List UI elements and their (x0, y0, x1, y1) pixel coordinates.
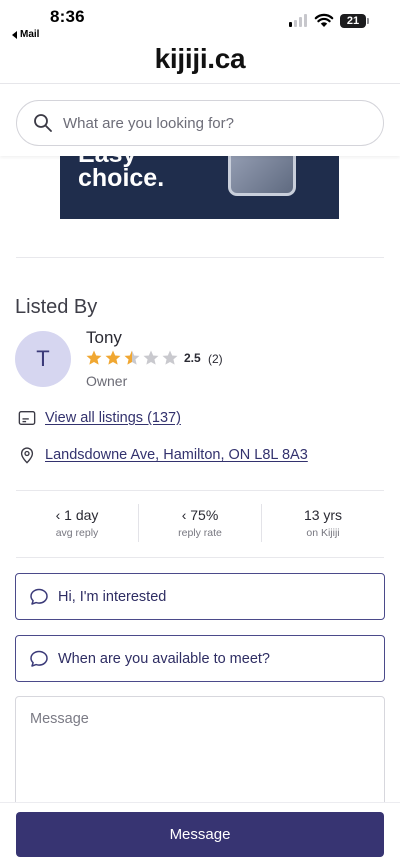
quick-reply-label: When are you available to meet? (58, 650, 270, 667)
section-divider (16, 490, 384, 491)
star-icon (124, 350, 140, 365)
search-placeholder: What are you looking for? (63, 114, 234, 132)
star-rating (85, 349, 179, 367)
avatar[interactable]: T (15, 331, 71, 387)
stat-value: ‹ 75% (181, 507, 219, 523)
stat-reply-rate: ‹ 75% reply rate (138, 504, 261, 542)
bottom-action-bar: Message (0, 802, 400, 865)
ad-text-line2: choice. (78, 164, 165, 192)
quick-reply-interested-button[interactable]: Hi, I'm interested (15, 573, 385, 620)
rating-count[interactable]: (2) (208, 352, 223, 366)
signal-icon (289, 13, 307, 27)
section-divider (16, 557, 384, 558)
back-arrow-icon (12, 30, 17, 39)
address-row[interactable]: Landsdowne Ave, Hamilton, ON L8L 8A3 (18, 446, 308, 464)
status-bar: 8:36 Mail 21 (0, 0, 400, 44)
listed-by-title: Listed By (15, 296, 98, 318)
stat-label: avg reply (55, 527, 99, 539)
back-app-label: Mail (20, 29, 40, 40)
stat-avg-reply: ‹ 1 day avg reply (16, 504, 138, 542)
view-all-listings-link[interactable]: View all listings (137) (45, 410, 181, 426)
rating-value: 2.5 (184, 351, 201, 365)
battery-tip (367, 18, 369, 24)
back-to-mail-link[interactable]: Mail (12, 29, 39, 40)
section-divider (16, 257, 384, 258)
seller-stats: ‹ 1 day avg reply ‹ 75% reply rate 13 yr… (16, 504, 384, 542)
stat-label: reply rate (178, 527, 222, 539)
quick-reply-label: Hi, I'm interested (58, 588, 167, 605)
chat-bubble-icon (30, 650, 48, 667)
status-time: 8:36 (50, 7, 85, 26)
listings-icon (18, 411, 36, 425)
seller-name[interactable]: Tony (86, 328, 122, 348)
seller-role: Owner (86, 373, 128, 389)
star-icon (105, 350, 121, 365)
stat-label: on Kijiji (306, 527, 340, 539)
star-icon (86, 350, 102, 365)
quick-reply-meet-button[interactable]: When are you available to meet? (15, 635, 385, 682)
message-placeholder: Message (30, 711, 89, 727)
kijiji-logo[interactable]: kijiji.ca (0, 43, 400, 75)
chat-bubble-icon (30, 588, 48, 605)
ad-phone-image (228, 150, 296, 196)
location-pin-icon (20, 447, 34, 464)
send-message-button[interactable]: Message (16, 812, 384, 857)
stat-value: ‹ 1 day (55, 507, 99, 523)
ad-banner[interactable]: Easy choice. (60, 150, 339, 219)
battery-icon: 21 (340, 14, 366, 28)
star-icon (143, 350, 159, 365)
stat-years-on-kijiji: 13 yrs on Kijiji (261, 504, 384, 542)
search-icon (34, 114, 52, 132)
search-bar-container: What are you looking for? (0, 84, 400, 156)
view-all-listings-row[interactable]: View all listings (137) (18, 409, 181, 427)
address-link[interactable]: Landsdowne Ave, Hamilton, ON L8L 8A3 (45, 447, 308, 463)
wifi-icon (314, 13, 334, 27)
search-input[interactable]: What are you looking for? (16, 100, 384, 146)
stat-value: 13 yrs (303, 507, 343, 523)
star-icon (162, 350, 178, 365)
